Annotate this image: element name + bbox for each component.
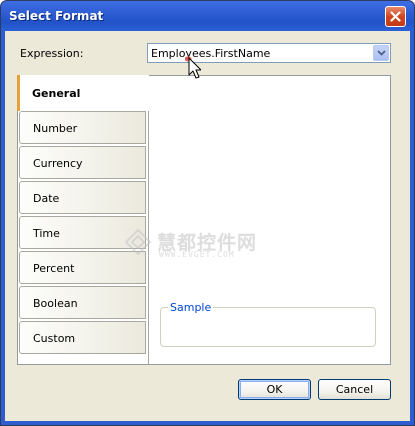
- tab-general[interactable]: General: [17, 75, 149, 111]
- tab-label: Number: [33, 122, 78, 135]
- tab-currency[interactable]: Currency: [19, 146, 146, 179]
- tab-number[interactable]: Number: [19, 111, 146, 144]
- close-icon: [390, 11, 401, 22]
- close-button[interactable]: [385, 6, 406, 27]
- tab-label: Percent: [33, 262, 75, 275]
- mouse-pointer-icon: [185, 56, 201, 79]
- tab-boolean[interactable]: Boolean: [19, 286, 146, 319]
- tab-label: Currency: [33, 157, 83, 170]
- dialog-body: Expression: Employees.FirstName General …: [5, 31, 410, 421]
- tab-label: Time: [33, 227, 60, 240]
- title-bar[interactable]: Select Format: [1, 1, 414, 31]
- watermark-url: WWW.EVGET.COM: [159, 250, 235, 259]
- sample-label: Sample: [168, 301, 214, 314]
- expression-combobox[interactable]: Employees.FirstName: [147, 43, 391, 63]
- dropdown-button[interactable]: [373, 45, 389, 61]
- logo-icon: [124, 228, 152, 256]
- window-title: Select Format: [9, 9, 104, 23]
- cancel-button[interactable]: Cancel: [318, 379, 391, 400]
- tab-date[interactable]: Date: [19, 181, 146, 214]
- expression-value[interactable]: Employees.FirstName: [151, 47, 270, 60]
- tab-label: Date: [33, 192, 60, 205]
- tab-label: Boolean: [33, 297, 78, 310]
- chevron-down-icon: [377, 50, 386, 56]
- tab-custom[interactable]: Custom: [19, 321, 146, 354]
- tab-label: General: [32, 87, 81, 100]
- select-format-dialog: Select Format Expression: Employees.Firs…: [0, 0, 415, 426]
- expression-label: Expression:: [20, 47, 84, 60]
- ok-button[interactable]: OK: [238, 379, 311, 400]
- tab-label: Custom: [33, 332, 76, 345]
- watermark: 慧都控件网 WWW.EVGET.COM: [123, 227, 256, 260]
